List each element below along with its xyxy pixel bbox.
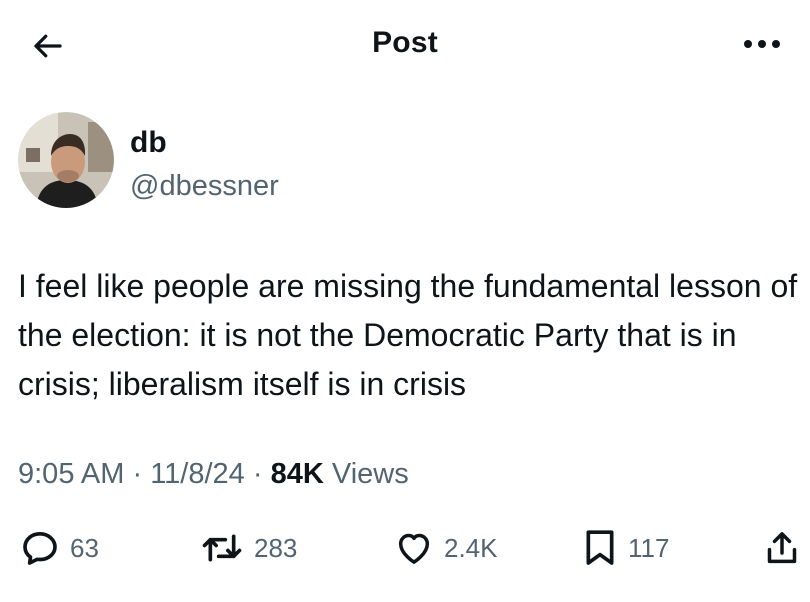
action-bar: 63 283 2.4K 117: [0, 526, 810, 570]
repost-count: 283: [254, 532, 298, 563]
author-handle[interactable]: @dbessner: [130, 170, 279, 203]
share-button[interactable]: [762, 526, 802, 570]
views-label: Views: [331, 458, 409, 490]
views-count[interactable]: 84K: [271, 458, 324, 490]
post-date[interactable]: 11/8/24: [150, 458, 245, 490]
reply-icon: [23, 532, 57, 565]
bookmark-button[interactable]: 117: [582, 526, 669, 570]
share-icon: [767, 532, 797, 564]
avatar-image: [18, 112, 114, 208]
more-horizontal-icon: [744, 40, 780, 48]
heart-icon: [398, 533, 430, 564]
post-meta: 9:05 AM · 11/8/24 · 84K Views: [18, 458, 409, 491]
post-time[interactable]: 9:05 AM: [18, 458, 124, 490]
like-button[interactable]: 2.4K: [394, 526, 498, 570]
like-count: 2.4K: [444, 532, 498, 563]
repost-button[interactable]: 283: [200, 526, 297, 570]
post-text: I feel like people are missing the funda…: [18, 268, 798, 402]
top-nav-bar: Post: [0, 0, 810, 88]
page-title: Post: [372, 26, 438, 59]
meta-separator: ·: [252, 458, 263, 490]
repost-icon: [202, 534, 242, 562]
avatar[interactable]: [18, 112, 114, 208]
bookmark-icon: [586, 530, 614, 565]
reply-button[interactable]: 63: [20, 526, 99, 570]
reply-count: 63: [70, 532, 99, 563]
bookmark-count: 117: [628, 532, 670, 563]
more-options-button[interactable]: [738, 28, 786, 60]
author-block: db @dbessner: [18, 112, 718, 212]
meta-separator: ·: [132, 458, 143, 490]
author-display-name[interactable]: db: [130, 126, 167, 160]
